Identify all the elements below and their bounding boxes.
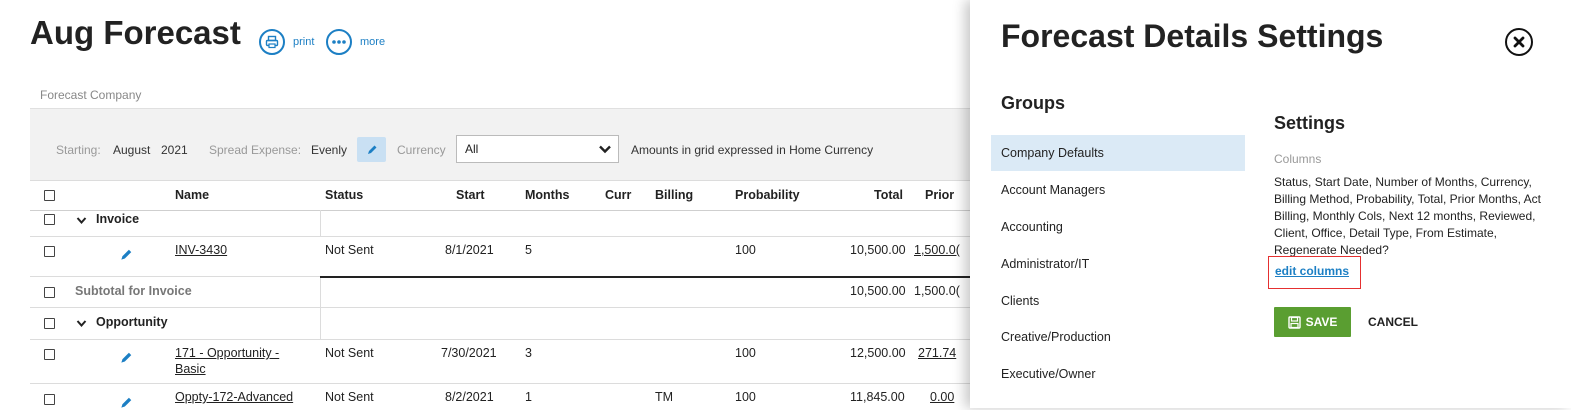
- settings-heading: Settings: [1274, 113, 1346, 133]
- currency-note: Amounts in grid expressed in Home Curren…: [631, 143, 874, 157]
- group-item-company-defaults[interactable]: Company Defaults: [1001, 146, 1104, 160]
- group-col-divider: [320, 277, 321, 339]
- save-icon: [1287, 315, 1301, 329]
- chevron-down-icon[interactable]: [76, 216, 87, 225]
- spread-expense-label: Spread Expense:: [209, 143, 302, 157]
- columns-list: Status, Start Date, Number of Months, Cu…: [1274, 175, 1542, 257]
- row-prior-link[interactable]: 0.00: [930, 390, 954, 404]
- group-checkbox[interactable]: [44, 214, 55, 225]
- col-header-start[interactable]: Start: [456, 188, 484, 202]
- breadcrumb: Forecast Company: [40, 88, 142, 102]
- col-header-name[interactable]: Name: [175, 188, 209, 202]
- col-header-prior[interactable]: Prior: [925, 188, 954, 202]
- row-total: 11,845.00: [850, 390, 905, 404]
- page-title: Aug Forecast: [30, 14, 241, 51]
- row-probability: 100: [735, 243, 756, 257]
- row-status: Not Sent: [325, 346, 374, 360]
- close-button[interactable]: [1505, 28, 1533, 56]
- col-header-billing[interactable]: Billing: [655, 188, 693, 202]
- edit-columns-link[interactable]: edit columns: [1275, 264, 1349, 278]
- row-checkbox[interactable]: [44, 246, 55, 257]
- row-divider: [30, 236, 970, 237]
- col-header-total[interactable]: Total: [874, 188, 903, 202]
- header-bottom-divider: [30, 210, 970, 211]
- subtotal-total: 10,500.00: [850, 284, 906, 298]
- group-item-administrator-it[interactable]: Administrator/IT: [1001, 257, 1089, 271]
- panel-title: Forecast Details Settings: [1001, 18, 1384, 54]
- row-total: 12,500.00: [850, 346, 906, 360]
- group-label-invoice: Invoice: [96, 212, 140, 226]
- col-header-curr[interactable]: Curr: [605, 188, 631, 202]
- row-start: 7/30/2021: [441, 346, 497, 360]
- row-months: 3: [525, 346, 532, 360]
- row-probability: 100: [735, 346, 756, 360]
- save-button[interactable]: SAVE: [1274, 307, 1351, 337]
- group-checkbox[interactable]: [44, 318, 55, 329]
- print-button[interactable]: [259, 29, 285, 55]
- edit-filters-button[interactable]: [357, 137, 386, 162]
- group-label-opportunity: Opportunity: [96, 315, 168, 329]
- pencil-icon[interactable]: [119, 351, 133, 365]
- print-icon: [265, 35, 279, 49]
- group-item-accounting[interactable]: Accounting: [1001, 220, 1063, 234]
- starting-label: Starting:: [56, 143, 101, 157]
- row-months: 1: [525, 390, 532, 404]
- close-icon: [1513, 36, 1525, 48]
- more-button[interactable]: [326, 29, 352, 55]
- spread-expense-value: Evenly: [311, 143, 348, 157]
- row-checkbox[interactable]: [44, 394, 55, 405]
- chevron-down-icon[interactable]: [76, 319, 87, 328]
- row-name-link[interactable]: 171 - Opportunity -: [175, 346, 279, 360]
- row-months: 5: [525, 243, 532, 257]
- row-prior-link[interactable]: 1,500.0(: [914, 243, 960, 257]
- col-header-status[interactable]: Status: [325, 188, 363, 202]
- currency-select[interactable]: All: [456, 135, 619, 163]
- row-name-link-line2[interactable]: Basic: [175, 362, 206, 376]
- row-divider: [30, 307, 970, 308]
- starting-year[interactable]: 2021: [161, 143, 188, 157]
- starting-month[interactable]: August: [113, 143, 150, 157]
- subtotal-label: Subtotal for Invoice: [75, 284, 192, 298]
- row-billing: TM: [655, 390, 674, 404]
- row-probability: 100: [735, 390, 756, 404]
- row-divider: [30, 276, 320, 277]
- col-header-probability[interactable]: Probability: [735, 188, 800, 202]
- subtotal-rule: [320, 276, 970, 278]
- cancel-button[interactable]: CANCEL: [1368, 315, 1418, 329]
- row-start: 8/2/2021: [445, 390, 494, 404]
- group-col-divider: [320, 210, 321, 236]
- more-icon: [332, 40, 346, 44]
- row-divider: [30, 383, 970, 384]
- group-item-executive-owner[interactable]: Executive/Owner: [1001, 367, 1095, 381]
- more-link[interactable]: more: [360, 36, 385, 48]
- group-item-creative-production[interactable]: Creative/Production: [1001, 330, 1111, 344]
- pencil-icon: [367, 145, 376, 154]
- select-all-checkbox[interactable]: [44, 190, 55, 201]
- save-button-label: SAVE: [1305, 315, 1338, 329]
- group-item-clients[interactable]: Clients: [1001, 294, 1039, 308]
- subtotal-checkbox[interactable]: [44, 287, 55, 298]
- pencil-icon[interactable]: [119, 248, 133, 262]
- columns-label: Columns: [1274, 152, 1322, 166]
- subtotal-prior: 1,500.0(: [914, 284, 960, 298]
- row-divider: [30, 339, 970, 340]
- currency-select-value: All: [465, 142, 479, 156]
- row-name-link[interactable]: INV-3430: [175, 243, 227, 257]
- row-total: 10,500.00: [850, 243, 906, 257]
- group-item-account-managers[interactable]: Account Managers: [1001, 183, 1105, 197]
- row-checkbox[interactable]: [44, 349, 55, 360]
- header-top-divider: [30, 180, 970, 181]
- chevron-down-icon: [599, 145, 611, 154]
- row-prior-link[interactable]: 271.74: [918, 346, 956, 360]
- col-header-months[interactable]: Months: [525, 188, 569, 202]
- print-link[interactable]: print: [293, 36, 314, 48]
- row-status: Not Sent: [325, 243, 374, 257]
- row-start: 8/1/2021: [445, 243, 494, 257]
- row-name-link[interactable]: Oppty-172-Advanced: [175, 390, 293, 404]
- groups-heading: Groups: [1001, 93, 1066, 113]
- currency-label: Currency: [397, 143, 446, 157]
- row-status: Not Sent: [325, 390, 374, 404]
